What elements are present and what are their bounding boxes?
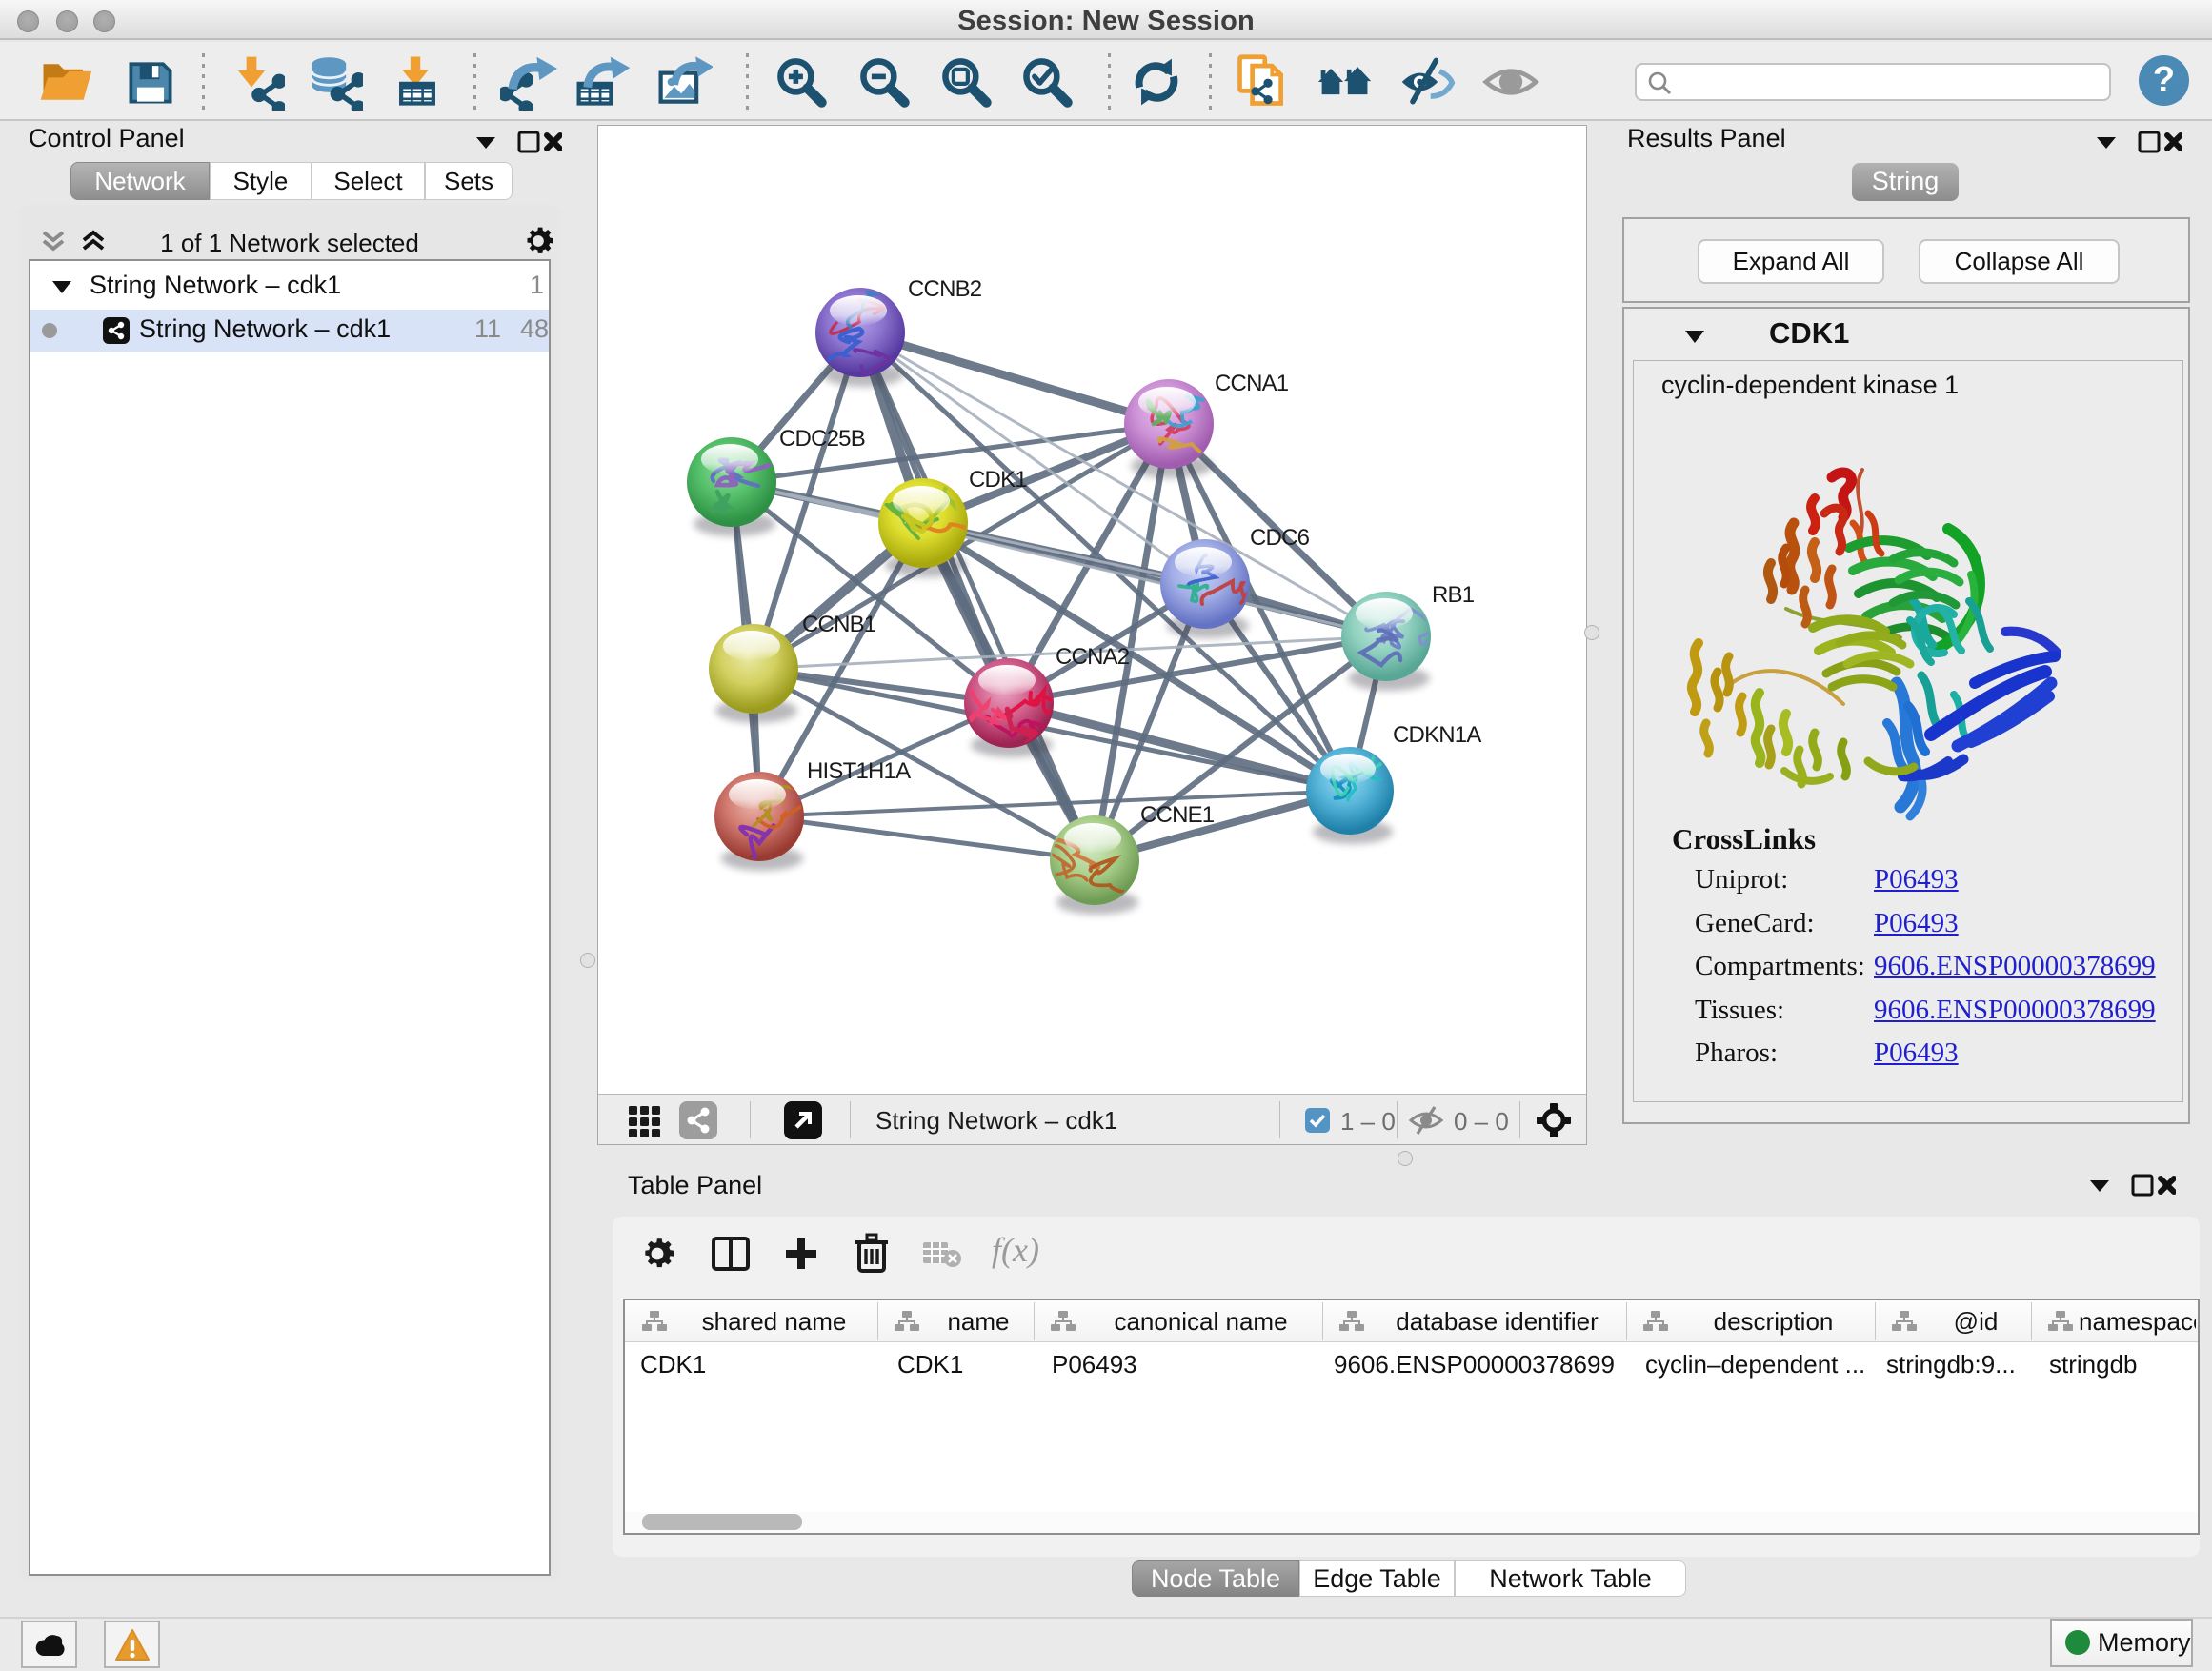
svg-text:CCNA1: CCNA1 xyxy=(1215,371,1289,396)
svg-text:CCNB2: CCNB2 xyxy=(908,276,982,302)
svg-text:CCNB1: CCNB1 xyxy=(802,612,876,637)
svg-text:CDKN1A: CDKN1A xyxy=(1393,722,1481,748)
svg-text:RB1: RB1 xyxy=(1432,582,1475,608)
svg-text:CDC25B: CDC25B xyxy=(779,426,865,452)
svg-text:CCNA2: CCNA2 xyxy=(1056,644,1130,670)
svg-text:CDK1: CDK1 xyxy=(969,467,1027,493)
svg-text:HIST1H1A: HIST1H1A xyxy=(807,758,911,784)
svg-text:CDC6: CDC6 xyxy=(1250,525,1310,551)
svg-text:CCNE1: CCNE1 xyxy=(1140,802,1215,828)
